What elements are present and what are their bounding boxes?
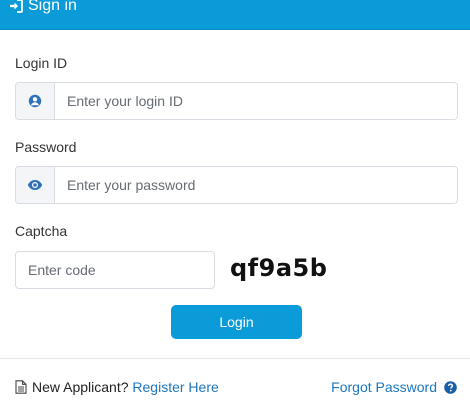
question-circle-icon[interactable] [444, 380, 457, 394]
captcha-input[interactable] [15, 251, 215, 289]
forgot-password-section: Forgot Password [331, 379, 457, 395]
captcha-code: qf9a5b [230, 254, 328, 282]
new-applicant-text: New Applicant? [32, 379, 129, 395]
page-title: Sign in [28, 0, 77, 14]
new-applicant-section: New Applicant? Register Here [15, 379, 219, 395]
footer-divider [0, 358, 470, 359]
sign-in-header: Sign in [0, 0, 470, 30]
password-input[interactable] [55, 167, 457, 203]
eye-icon[interactable] [16, 167, 55, 203]
document-icon [15, 380, 27, 394]
login-id-group [15, 82, 458, 120]
login-id-label: Login ID [15, 55, 68, 71]
forgot-password-link[interactable]: Forgot Password [331, 379, 437, 395]
sign-in-icon [9, 0, 23, 13]
password-group [15, 166, 458, 204]
login-id-input[interactable] [55, 83, 457, 119]
register-link[interactable]: Register Here [132, 379, 218, 395]
login-button[interactable]: Login [171, 305, 302, 339]
captcha-label: Captcha [15, 223, 68, 239]
user-circle-icon [16, 83, 55, 119]
password-label: Password [15, 139, 77, 155]
